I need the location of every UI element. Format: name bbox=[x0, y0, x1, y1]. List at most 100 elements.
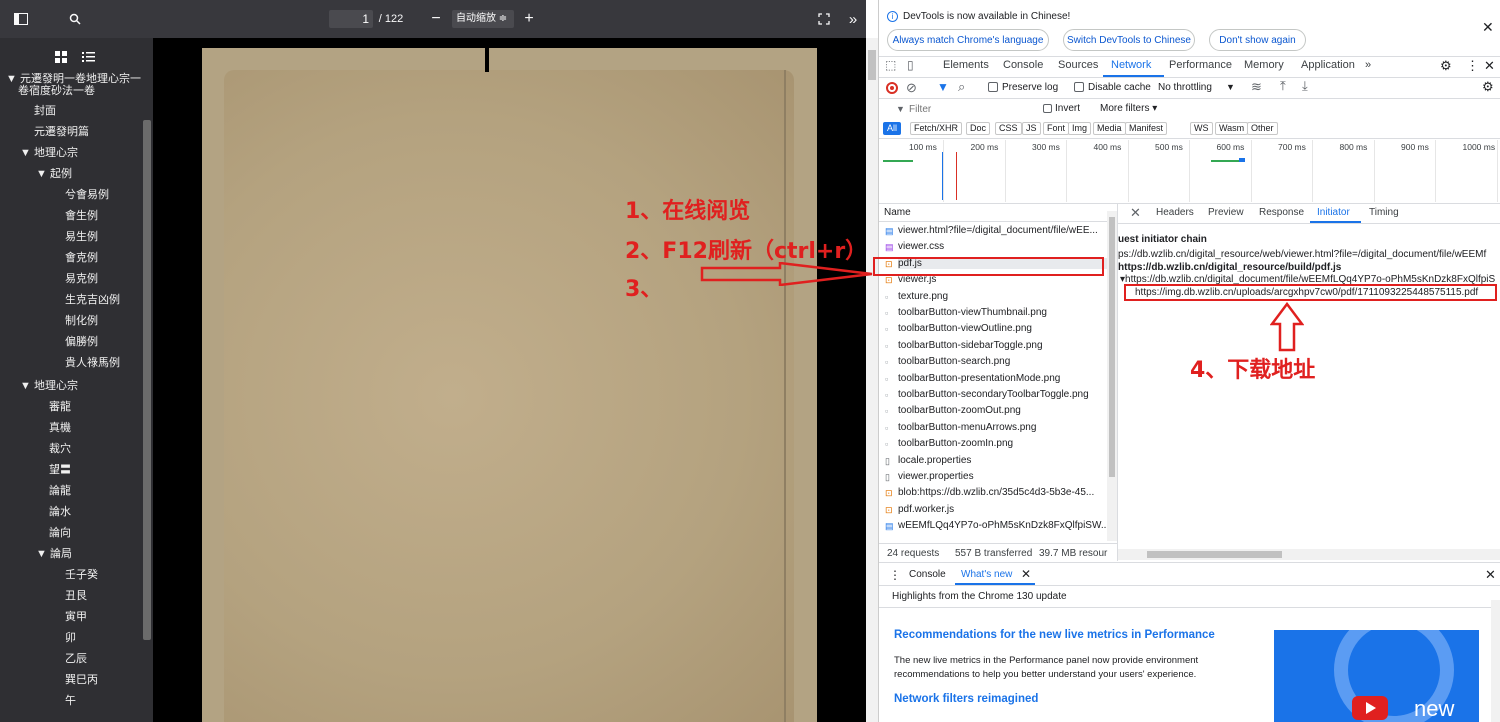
drawer-tab-console[interactable]: Console bbox=[909, 569, 946, 580]
zoom-select[interactable]: 自动缩放 ≑ bbox=[452, 10, 514, 28]
filter-chip[interactable]: Font bbox=[1043, 122, 1070, 135]
settings-icon[interactable]: ⚙ bbox=[1440, 58, 1452, 74]
throttling-arrow-icon[interactable]: ▼ bbox=[1226, 82, 1235, 92]
outline-scroll-thumb[interactable] bbox=[143, 120, 151, 640]
outline-item[interactable]: 丑艮 bbox=[65, 587, 87, 603]
viewer-scrollbar[interactable] bbox=[866, 38, 878, 722]
tab-console[interactable]: Console bbox=[1003, 59, 1043, 71]
tab-headers[interactable]: Headers bbox=[1156, 207, 1194, 218]
initiator-viewer-url[interactable]: ps://db.wzlib.cn/digital_resource/web/vi… bbox=[1118, 249, 1500, 260]
search-network-icon[interactable]: ⌕ bbox=[958, 79, 965, 95]
filter-chip[interactable]: CSS bbox=[995, 122, 1022, 135]
close-whats-new-icon[interactable]: ✕ bbox=[1021, 567, 1031, 581]
thumbnail-view-button[interactable] bbox=[55, 51, 67, 66]
tab-performance[interactable]: Performance bbox=[1169, 59, 1232, 71]
outline-item[interactable]: 偏勝例 bbox=[65, 333, 98, 349]
request-row[interactable]: toolbarButton-viewOutline.png bbox=[898, 323, 1108, 334]
outline-item[interactable]: 午 bbox=[65, 692, 76, 708]
outline-item[interactable]: 乙辰 bbox=[65, 650, 87, 666]
zoom-in-button[interactable]: + bbox=[521, 8, 537, 30]
page-number-input[interactable] bbox=[329, 10, 373, 28]
request-row[interactable]: toolbarButton-zoomOut.png bbox=[898, 405, 1108, 416]
tab-application[interactable]: Application bbox=[1301, 59, 1355, 71]
inspect-icon[interactable]: ⬚ bbox=[885, 58, 896, 72]
zoom-out-button[interactable]: − bbox=[428, 8, 444, 30]
filter-chip[interactable]: WS bbox=[1190, 122, 1213, 135]
filter-chip[interactable]: Other bbox=[1247, 122, 1278, 135]
name-column-header[interactable]: Name bbox=[884, 207, 911, 218]
filter-icon[interactable]: ▼ bbox=[937, 80, 949, 94]
sidebar-toggle-button[interactable] bbox=[8, 8, 34, 30]
close-notice-icon[interactable]: ✕ bbox=[1482, 19, 1494, 36]
request-row[interactable]: texture.png bbox=[898, 291, 1108, 302]
outline-item[interactable]: 論水 bbox=[49, 503, 71, 519]
presentation-mode-button[interactable] bbox=[815, 8, 833, 30]
request-row[interactable]: wEEMfLQq4YP7o-oPhM5sKnDzk8FxQlfpiSW... bbox=[898, 520, 1108, 531]
filter-chip[interactable]: Doc bbox=[966, 122, 991, 135]
request-row[interactable]: toolbarButton-zoomIn.png bbox=[898, 438, 1108, 449]
disable-cache-checkbox[interactable] bbox=[1074, 82, 1084, 92]
outline-item[interactable]: ▼ 論局 bbox=[36, 545, 72, 561]
request-row[interactable]: toolbarButton-sidebarToggle.png bbox=[898, 340, 1108, 351]
outline-item[interactable]: 巽巳丙 bbox=[65, 671, 98, 687]
request-row[interactable]: toolbarButton-viewThumbnail.png bbox=[898, 307, 1108, 318]
outline-item[interactable]: 封面 bbox=[34, 102, 56, 118]
close-devtools-icon[interactable]: ✕ bbox=[1484, 58, 1495, 74]
close-details-icon[interactable]: ✕ bbox=[1130, 205, 1141, 221]
drawer-tab-whats-new[interactable]: What's new bbox=[961, 569, 1012, 580]
outline-item[interactable]: 易克例 bbox=[65, 270, 98, 286]
request-row[interactable]: viewer.properties bbox=[898, 471, 1108, 482]
outline-item[interactable]: 易生例 bbox=[65, 228, 98, 244]
outline-item[interactable]: 貴人祿馬例 bbox=[65, 354, 120, 370]
drawer-menu-icon[interactable]: ⋮ bbox=[889, 568, 901, 582]
tab-preview[interactable]: Preview bbox=[1208, 207, 1244, 218]
more-filters-button[interactable]: More filters ▾ bbox=[1100, 103, 1157, 114]
outline-item[interactable]: 真機 bbox=[49, 419, 71, 435]
outline-item[interactable]: 制化例 bbox=[65, 312, 98, 328]
outline-item[interactable]: 會克例 bbox=[65, 249, 98, 265]
tab-response[interactable]: Response bbox=[1259, 207, 1304, 218]
tab-initiator[interactable]: Initiator bbox=[1317, 207, 1350, 218]
outline-item[interactable]: 元遷發明篇 bbox=[34, 123, 89, 139]
more-tabs-icon[interactable]: » bbox=[1365, 59, 1371, 71]
initiator-pdfjs-url[interactable]: https://db.wzlib.cn/digital_resource/bui… bbox=[1118, 262, 1341, 273]
tab-elements[interactable]: Elements bbox=[943, 59, 989, 71]
tab-sources[interactable]: Sources bbox=[1058, 59, 1098, 71]
device-toolbar-icon[interactable]: ▯ bbox=[907, 58, 914, 72]
outline-item[interactable]: 寅甲 bbox=[65, 608, 87, 624]
tab-timing[interactable]: Timing bbox=[1369, 207, 1399, 218]
search-button[interactable] bbox=[62, 8, 88, 30]
match-language-button[interactable]: Always match Chrome's language bbox=[887, 29, 1049, 51]
outline-item[interactable]: ▼ 地理心宗 bbox=[20, 144, 78, 160]
network-filters-link[interactable]: Network filters reimagined bbox=[894, 693, 1038, 705]
upload-icon[interactable]: ⤒ bbox=[1280, 78, 1286, 94]
request-row[interactable]: viewer.css bbox=[898, 241, 1108, 252]
viewer-scroll-thumb[interactable] bbox=[868, 50, 876, 80]
outline-view-button[interactable] bbox=[82, 51, 95, 66]
request-row[interactable]: toolbarButton-search.png bbox=[898, 356, 1108, 367]
document-viewer[interactable] bbox=[153, 38, 866, 722]
switch-chinese-button[interactable]: Switch DevTools to Chinese bbox=[1063, 29, 1195, 51]
outline-item[interactable]: 裁穴 bbox=[49, 440, 71, 456]
outline-scrollbar[interactable] bbox=[141, 110, 153, 722]
network-conditions-icon[interactable]: ≋ bbox=[1251, 79, 1262, 95]
request-row[interactable]: toolbarButton-secondaryToolbarToggle.png bbox=[898, 389, 1108, 400]
request-row[interactable]: toolbarButton-presentationMode.png bbox=[898, 373, 1108, 384]
download-icon[interactable]: ⤓ bbox=[1302, 78, 1308, 94]
invert-checkbox[interactable] bbox=[1043, 104, 1052, 113]
outline-item[interactable]: 審龍 bbox=[49, 398, 71, 414]
filter-chip[interactable]: Wasm bbox=[1215, 122, 1249, 135]
clear-icon[interactable]: ⊘ bbox=[906, 80, 917, 96]
record-icon[interactable] bbox=[886, 82, 898, 94]
promo-video-thumbnail[interactable]: new bbox=[1274, 630, 1479, 722]
filter-chip[interactable]: Manifest bbox=[1125, 122, 1168, 135]
request-list-scrollbar[interactable] bbox=[1107, 211, 1117, 541]
dont-show-button[interactable]: Don't show again bbox=[1209, 29, 1306, 51]
live-metrics-link[interactable]: Recommendations for the new live metrics… bbox=[894, 629, 1215, 641]
more-options-icon[interactable]: ⋮ bbox=[1466, 58, 1479, 74]
tools-button[interactable]: » bbox=[843, 8, 863, 30]
request-row[interactable]: toolbarButton-menuArrows.png bbox=[898, 422, 1108, 433]
filter-chip[interactable]: Media bbox=[1093, 122, 1126, 135]
network-settings-icon[interactable]: ⚙ bbox=[1482, 79, 1494, 95]
request-row[interactable]: pdf.worker.js bbox=[898, 504, 1108, 515]
